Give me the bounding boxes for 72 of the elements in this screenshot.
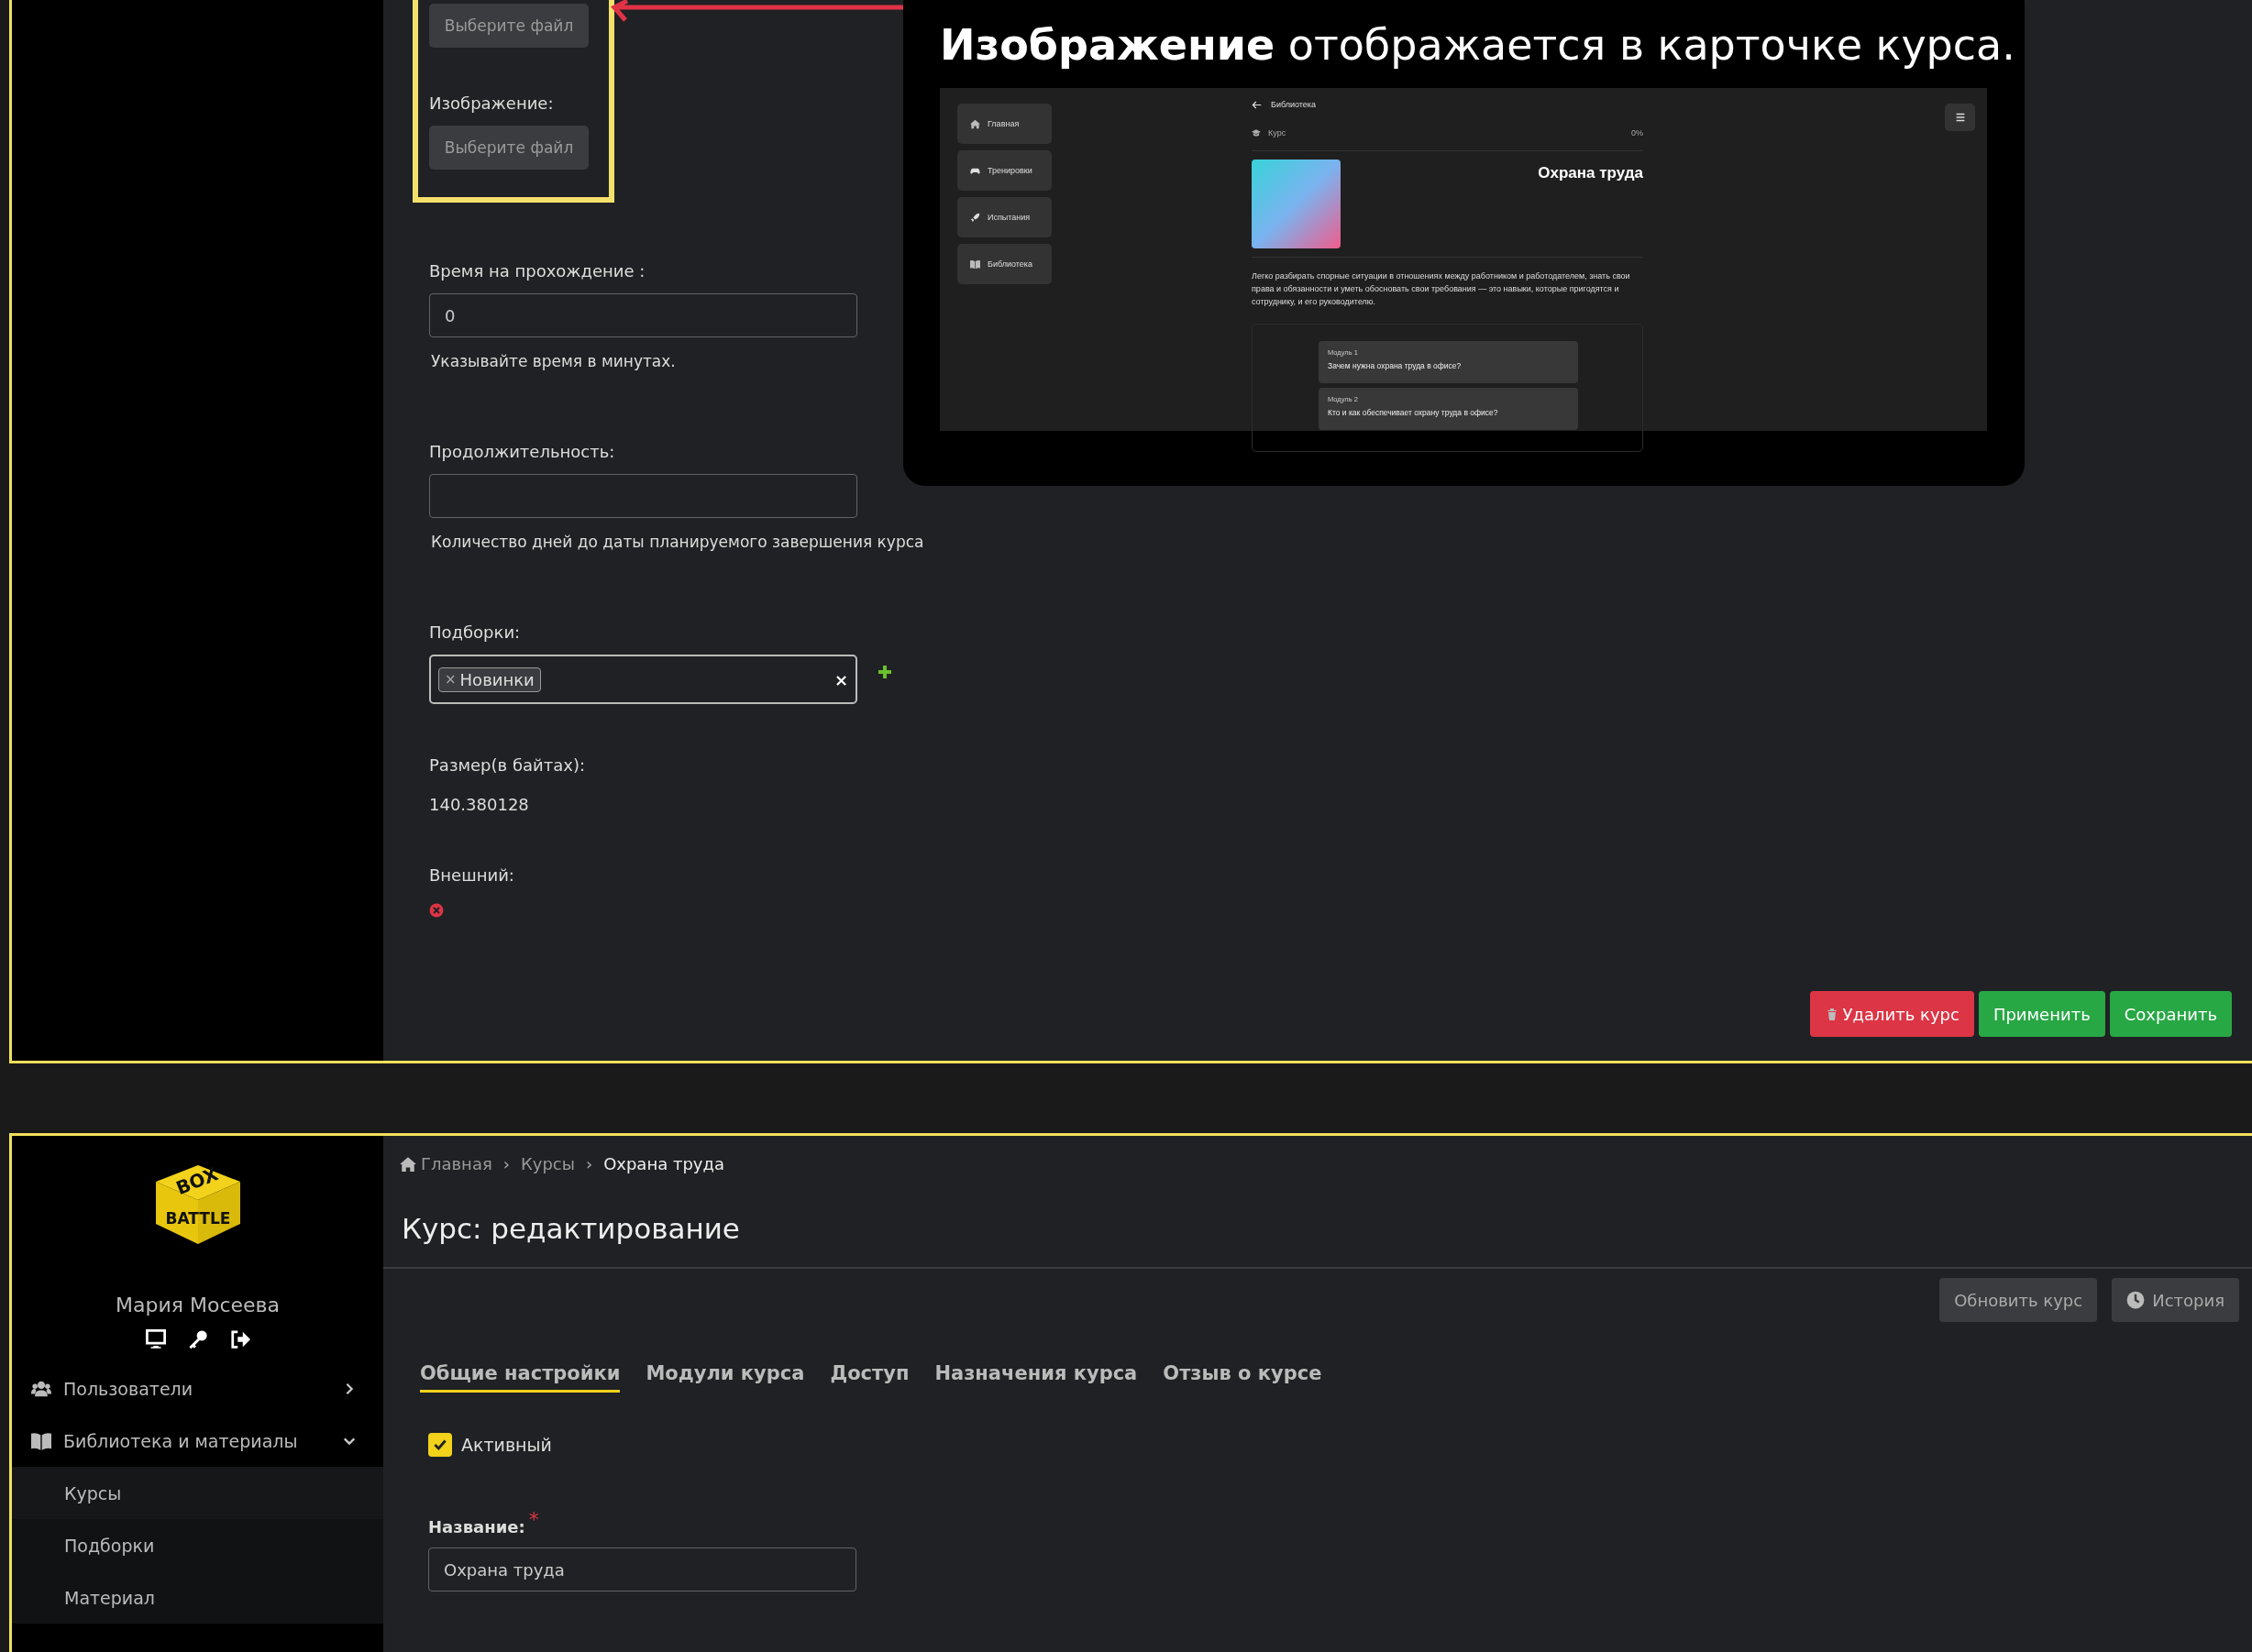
callout-heading: Изображение отображается в карточке курса.	[940, 20, 2016, 70]
home-icon	[399, 1155, 417, 1173]
file-button[interactable]: Выберите файл	[429, 4, 589, 48]
input-field[interactable]	[429, 474, 857, 518]
file-button[interactable]: Выберите файл	[429, 126, 589, 170]
progress-text: 0%	[1631, 128, 1643, 138]
monitor-icon[interactable]	[145, 1329, 166, 1349]
field-label: Подборки:	[429, 622, 521, 642]
nav-button[interactable]: Главная	[957, 104, 1052, 144]
field-label: Название:	[428, 1517, 525, 1536]
book-icon	[970, 259, 980, 270]
multi-select-field[interactable]: × Новинки ×	[429, 655, 857, 704]
user-name: Мария Мосеева	[115, 1294, 281, 1316]
menu-item[interactable]: Пользователи	[12, 1362, 383, 1415]
update-button[interactable]: Обновить курс	[1939, 1278, 2098, 1322]
input-field[interactable]: 0	[429, 293, 857, 337]
back-arrow-icon	[1252, 99, 1262, 110]
add-icon[interactable]	[878, 665, 892, 679]
nav-button[interactable]: Испытания	[957, 197, 1052, 237]
submenu-item[interactable]: Курсы	[12, 1467, 383, 1519]
breadcrumb-link[interactable]: Курсы	[520, 1154, 575, 1173]
tag-chip[interactable]: × Новинки	[438, 666, 541, 692]
breadcrumb-separator: ›	[585, 1154, 593, 1173]
tab[interactable]: Доступ	[830, 1362, 910, 1393]
nav-button[interactable]: Библиотека	[957, 244, 1052, 284]
key-icon[interactable]	[187, 1329, 208, 1349]
required-mark: *	[528, 1508, 539, 1531]
clock-icon	[2126, 1291, 2146, 1309]
hint-text: Указывайте время в минутах.	[431, 352, 676, 370]
tag-label: Новинки	[459, 669, 535, 689]
breadcrumb-separator: ›	[502, 1154, 510, 1173]
menu-item[interactable]: Библиотека и материалы	[12, 1415, 383, 1467]
course-title: Охрана труда	[1538, 164, 1643, 183]
menu-label: Пользователи	[63, 1378, 193, 1399]
breadcrumb-link[interactable]: Главная	[399, 1154, 492, 1173]
home-icon	[970, 118, 980, 129]
field-label: Размер(в байтах):	[429, 755, 585, 775]
hint-text: Количество дней до даты планируемого завершения курса	[431, 533, 924, 551]
menu-label: Библиотека и материалы	[63, 1430, 298, 1451]
checkbox-label: Активный	[461, 1435, 552, 1455]
breadcrumb-current: Охрана труда	[603, 1154, 724, 1173]
book-icon	[30, 1430, 52, 1451]
menu-button[interactable]	[1945, 104, 1975, 131]
field-value: 140.380128	[429, 795, 529, 814]
checkbox[interactable]	[428, 1433, 452, 1457]
logo-text: BOX	[172, 1163, 221, 1200]
field-label: Продолжительность:	[429, 442, 615, 461]
rocket-icon	[970, 212, 980, 223]
tab[interactable]: Модули курса	[646, 1362, 805, 1393]
delete-button[interactable]: Удалить курс	[1809, 991, 1974, 1037]
field-label: Время на прохождение :	[429, 261, 646, 281]
submenu-item[interactable]: Материал	[12, 1571, 383, 1624]
course-label: Курс	[1268, 128, 1286, 138]
module-title: Зачем нужна охрана труда в офисе?	[1328, 360, 1463, 370]
remove-tag-icon[interactable]: ×	[445, 671, 457, 688]
tab[interactable]: Отзыв о курсе	[1163, 1362, 1322, 1393]
graduation-cap-icon	[1252, 128, 1261, 138]
page-title: Курс: редактирование	[383, 1173, 2252, 1269]
course-description: Легко разбирать спорные ситуации в отношениях между работником и работодателем, знать свои права и обязанности и уметь обосновать свои требования — это навыки, которые пригодятся и сотруднику, и его руководителю.	[1252, 270, 1631, 308]
tab[interactable]: Общие настройки	[420, 1362, 621, 1393]
clear-icon[interactable]: ×	[833, 669, 848, 689]
tab[interactable]: Назначения курса	[934, 1362, 1138, 1393]
nav-button[interactable]: Тренировки	[957, 150, 1052, 191]
field-label: Изображение:	[429, 94, 554, 113]
module-title: Кто и как обеспечивает охрану труда в офисе?	[1328, 407, 1499, 417]
field-label: Внешний:	[429, 865, 514, 885]
logo-text: BATTLE	[165, 1209, 230, 1228]
sign-out-icon[interactable]	[229, 1329, 250, 1349]
submenu-item[interactable]: Подборки	[12, 1519, 383, 1571]
input-field[interactable]: Охрана труда	[428, 1547, 856, 1591]
history-button[interactable]: История	[2112, 1278, 2239, 1322]
back-link[interactable]: Библиотека	[1271, 100, 1316, 109]
